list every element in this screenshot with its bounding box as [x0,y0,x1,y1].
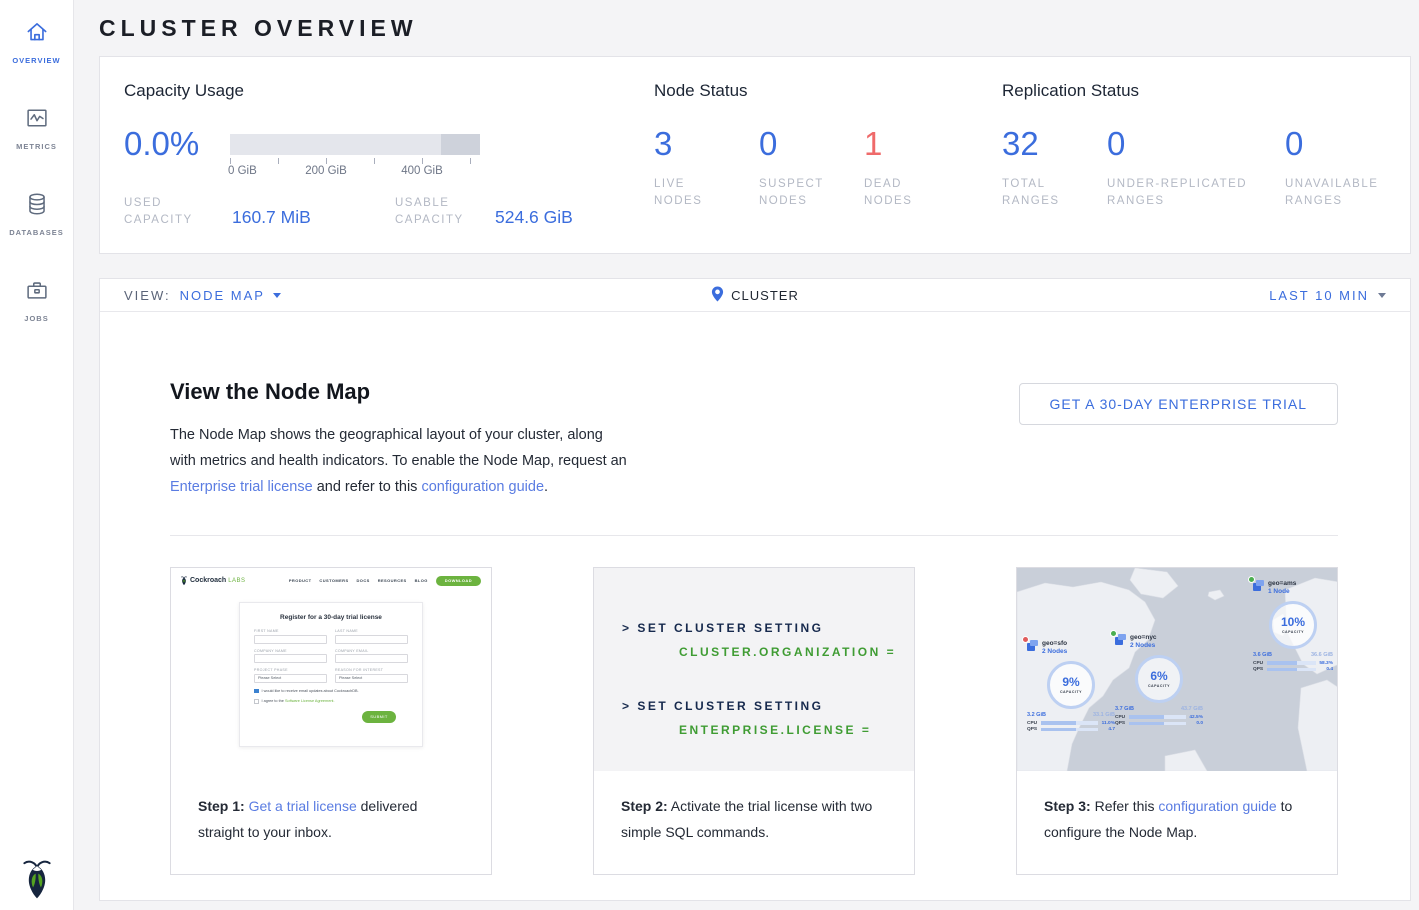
view-selector-dropdown[interactable]: NODE MAP [180,288,281,303]
node-map-card: VIEW: NODE MAP CLUSTER LAST 10 MIN [99,278,1411,901]
step1-registration-screenshot: CockroachLABS PRODUCTCUSTOMERS DOCSRESOU… [171,568,491,771]
usable-capacity-value: 524.6 GiB [495,207,573,229]
home-icon [24,19,50,50]
dead-nodes-value: 1 [864,129,912,159]
time-range-dropdown[interactable]: LAST 10 MIN [1269,288,1386,303]
capacity-bar-chart: 0 GiB 200 GiB 400 GiB [230,129,480,180]
configuration-guide-link[interactable]: configuration guide [421,479,544,495]
cockroach-labs-logo: CockroachLABS [180,575,246,586]
capacity-gauge: 6% CAPACITY [1135,655,1183,703]
locality-marker-nyc: geo=nyc 2 Nodes 6% CAPACITY 3.7 GiB43.7 … [1115,634,1203,726]
capacity-axis-ticks [230,155,480,164]
configuration-guide-link[interactable]: configuration guide [1158,798,1276,814]
capacity-gauge: 9% CAPACITY [1047,661,1095,709]
tick-label: 200 GiB [305,165,347,177]
nodes-cube-icon [1027,640,1038,651]
step3-node-map-preview: geo=sfo 2 Nodes 9% CAPACITY 3.2 GiB33.1 … [1017,568,1337,771]
chevron-down-icon [273,293,281,298]
databases-icon [24,191,50,222]
capacity-used-percent: 0.0% [124,129,230,180]
used-capacity-value: 160.7 MiB [232,207,395,229]
node-map-description: The Node Map shows the geographical layo… [170,422,632,500]
capacity-usage-section: Capacity Usage 0.0% 0 GiB 200 GiB [124,81,654,253]
sidebar-item-databases[interactable]: DATABASES [0,189,73,247]
replication-status-title: Replication Status [1002,81,1410,101]
dead-nodes-stat: 1 DEADNODES [864,129,912,210]
step2-card: > SET CLUSTER SETTING CLUSTER.ORGANIZATI… [593,567,915,875]
node-status-section: Node Status 3 LIVENODES 0 SUSPECTNODES 1… [654,81,1002,253]
page-title: CLUSTER OVERVIEW [99,15,1411,42]
unavailable-ranges-stat: 0 UNAVAILABLERANGES [1285,129,1378,210]
node-map-heading: View the Node Map [170,379,632,405]
suspect-nodes-value: 0 [759,129,864,159]
node-status-title: Node Status [654,81,1002,101]
chevron-down-icon [1378,293,1386,298]
unavailable-ranges-value: 0 [1285,129,1378,159]
step1-caption: Step 1: Get a trial license delivered st… [171,771,491,867]
sidebar-item-label: OVERVIEW [12,56,60,65]
tick-label: 400 GiB [401,165,443,177]
sidebar: OVERVIEW METRICS DATABASES [0,0,74,910]
step2-sql-commands: > SET CLUSTER SETTING CLUSTER.ORGANIZATI… [594,568,914,771]
get-trial-license-link[interactable]: Get a trial license [249,798,357,814]
minisite-nav: PRODUCTCUSTOMERS DOCSRESOURCES BLOG DOWN… [289,576,481,586]
suspect-nodes-stat: 0 SUSPECTNODES [759,129,864,210]
cockroachdb-logo [0,856,73,900]
live-nodes-stat: 3 LIVENODES [654,129,759,210]
main-content: CLUSTER OVERVIEW Capacity Usage 0.0% [74,0,1419,910]
locality-marker-ams: geo=ams 1 Node 10% CAPACITY 3.6 GiB36.6 … [1253,580,1333,672]
download-button: DOWNLOAD [436,576,481,586]
jobs-icon [24,277,50,308]
used-capacity-label: USEDCAPACITY [124,195,232,229]
capacity-bar [230,134,480,155]
total-ranges-value: 32 [1002,129,1107,159]
metrics-icon [24,105,50,136]
view-label: VIEW: [124,288,171,303]
under-replicated-ranges-stat: 0 UNDER-REPLICATEDRANGES [1107,129,1285,210]
view-toolbar: VIEW: NODE MAP CLUSTER LAST 10 MIN [100,279,1410,312]
sidebar-item-label: JOBS [24,314,48,323]
step3-card: geo=sfo 2 Nodes 9% CAPACITY 3.2 GiB33.1 … [1016,567,1338,875]
cluster-summary-card: Capacity Usage 0.0% 0 GiB 200 GiB [99,56,1411,254]
enterprise-trial-button[interactable]: GET A 30-DAY ENTERPRISE TRIAL [1019,383,1339,425]
locality-breadcrumb: CLUSTER [100,286,1410,305]
trial-registration-form: Register for a 30-day trial license FIRS… [239,602,423,747]
nodes-cube-icon [1253,580,1264,591]
sidebar-item-jobs[interactable]: JOBS [0,275,73,333]
locality-label: CLUSTER [731,288,799,303]
under-replicated-ranges-value: 0 [1107,129,1285,159]
step2-caption: Step 2: Activate the trial license with … [594,771,914,867]
usable-capacity-label: USABLECAPACITY [395,195,495,229]
sidebar-item-overview[interactable]: OVERVIEW [0,17,73,75]
steps-row: CockroachLABS PRODUCTCUSTOMERS DOCSRESOU… [100,536,1410,875]
capacity-bar-segment [441,134,480,155]
sidebar-item-label: DATABASES [9,228,64,237]
sidebar-item-label: METRICS [16,142,57,151]
submit-button: SUBMIT [362,711,396,723]
step3-caption: Step 3: Refer this configuration guide t… [1017,771,1337,867]
admin-ui: OVERVIEW METRICS DATABASES [0,0,1419,910]
capacity-gauge: 10% CAPACITY [1269,601,1317,649]
capacity-usage-title: Capacity Usage [124,81,654,101]
live-nodes-value: 3 [654,129,759,159]
node-map-intro: View the Node Map The Node Map shows the… [100,312,1410,500]
nodes-cube-icon [1115,634,1126,645]
replication-status-section: Replication Status 32 TOTALRANGES 0 UNDE… [1002,81,1410,253]
total-ranges-stat: 32 TOTALRANGES [1002,129,1107,210]
tick-label: 0 GiB [228,165,257,177]
locality-marker-sfo: geo=sfo 2 Nodes 9% CAPACITY 3.2 GiB33.1 … [1027,640,1115,732]
sidebar-item-metrics[interactable]: METRICS [0,103,73,161]
step1-card: CockroachLABS PRODUCTCUSTOMERS DOCSRESOU… [170,567,492,875]
enterprise-trial-license-link[interactable]: Enterprise trial license [170,479,313,495]
map-pin-icon [711,286,724,305]
